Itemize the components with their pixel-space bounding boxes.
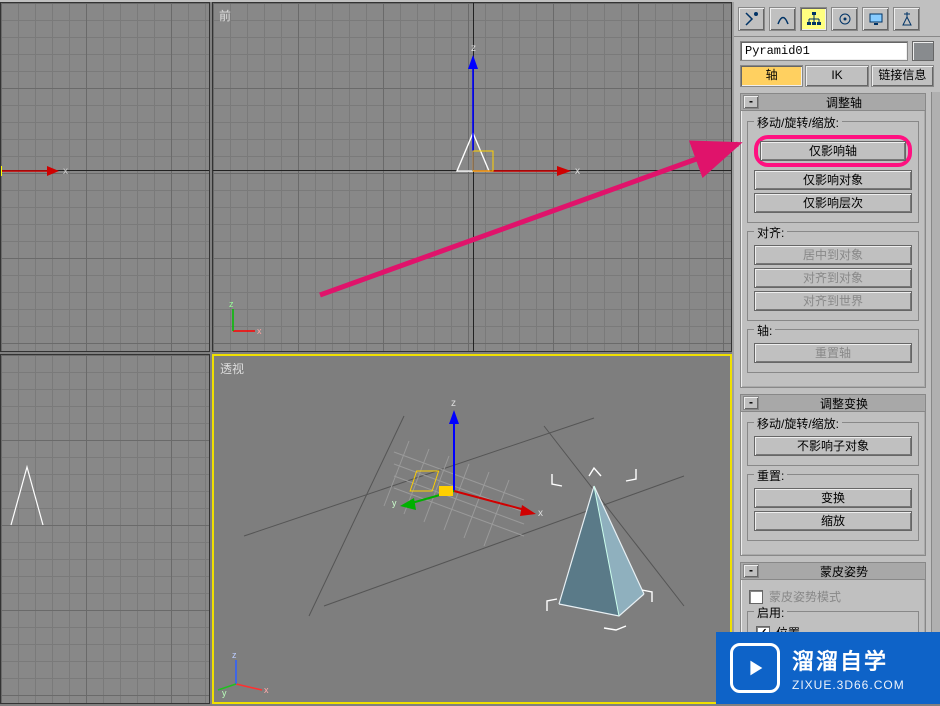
viewport-front[interactable]: 前 z x x: [212, 2, 732, 352]
tab-display-icon[interactable]: [862, 7, 889, 31]
rollup-collapse-icon[interactable]: -: [743, 95, 759, 109]
viewport-top[interactable]: x: [0, 2, 210, 352]
checkbox-icon: [749, 590, 763, 604]
tab-modify-icon[interactable]: [769, 7, 796, 31]
affect-object-only-button[interactable]: 仅影响对象: [754, 170, 912, 190]
center-to-object-button[interactable]: 居中到对象: [754, 245, 912, 265]
group-label: 重置:: [754, 467, 787, 484]
perspective-content: z x y: [214, 356, 732, 704]
viewport-quad: x 前 z x: [0, 2, 732, 704]
reset-axis-button[interactable]: 重置轴: [754, 343, 912, 363]
command-panel: Pyramid01 轴 IK 链接信息 - 调整轴 移动/旋转/缩放: 仅影响轴: [732, 2, 940, 704]
rollup-adjust-pivot: - 调整轴 移动/旋转/缩放: 仅影响轴 仅影响对象 仅影响层次 对齐: 居中: [740, 93, 926, 388]
rollup-header[interactable]: - 蒙皮姿势: [741, 563, 925, 580]
object-name-field[interactable]: Pyramid01: [740, 41, 908, 61]
tab-hierarchy-icon[interactable]: [800, 7, 827, 31]
viewport-label: 前: [219, 7, 231, 24]
dont-affect-children-button[interactable]: 不影响子对象: [754, 436, 912, 456]
category-ik-button[interactable]: IK: [805, 65, 868, 87]
svg-text:x: x: [63, 166, 68, 177]
annotation-highlight: 仅影响轴: [754, 135, 912, 167]
affect-pivot-only-button[interactable]: 仅影响轴: [760, 141, 906, 161]
pyramid-mesh: [547, 468, 652, 630]
svg-text:x: x: [575, 166, 580, 177]
reset-scale-button[interactable]: 缩放: [754, 511, 912, 531]
tab-motion-icon[interactable]: [831, 7, 858, 31]
play-icon: [730, 643, 780, 693]
svg-text:x: x: [257, 326, 262, 336]
svg-text:y: y: [392, 498, 397, 508]
front-content: z x: [213, 3, 732, 352]
svg-text:z: z: [451, 398, 456, 409]
category-pivot-button[interactable]: 轴: [740, 65, 803, 87]
group-label: 对齐:: [754, 224, 787, 241]
rollup-collapse-icon[interactable]: -: [743, 396, 759, 410]
category-linkinfo-button[interactable]: 链接信息: [871, 65, 934, 87]
svg-text:z: z: [229, 299, 234, 309]
viewport-axis-tripod: x z: [223, 301, 263, 341]
watermark-badge: 溜溜自学 ZIXUE.3D66.COM: [716, 632, 940, 704]
gizmo-x-arrow: x: [1, 3, 210, 352]
affect-hierarchy-only-button[interactable]: 仅影响层次: [754, 193, 912, 213]
viewport-label: 透视: [220, 360, 244, 377]
panel-scrollbar[interactable]: [931, 92, 940, 704]
rollup-header[interactable]: - 调整轴: [741, 94, 925, 111]
watermark-url: ZIXUE.3D66.COM: [792, 678, 905, 692]
reset-transform-button[interactable]: 变换: [754, 488, 912, 508]
rollup-adjust-transform: - 调整变换 移动/旋转/缩放: 不影响子对象 重置: 变换 缩放: [740, 394, 926, 556]
group-label: 移动/旋转/缩放:: [754, 114, 842, 131]
svg-text:x: x: [264, 685, 269, 695]
object-color-swatch[interactable]: [912, 41, 934, 61]
svg-text:z: z: [471, 43, 476, 54]
tab-create-icon[interactable]: [738, 7, 765, 31]
viewport-axis-tripod: x z y: [224, 652, 264, 692]
group-label: 移动/旋转/缩放:: [754, 415, 842, 432]
group-label: 启用:: [754, 604, 787, 621]
align-to-world-button[interactable]: 对齐到世界: [754, 291, 912, 311]
tab-utilities-icon[interactable]: [893, 7, 920, 31]
group-label: 轴:: [754, 322, 775, 339]
watermark-title: 溜溜自学: [792, 644, 905, 676]
align-to-object-button[interactable]: 对齐到对象: [754, 268, 912, 288]
rollup-header[interactable]: - 调整变换: [741, 395, 925, 412]
svg-text:x: x: [538, 508, 543, 519]
viewport-perspective[interactable]: 透视: [212, 354, 732, 704]
rollup-collapse-icon[interactable]: -: [743, 564, 759, 578]
command-panel-tabs: [734, 2, 940, 37]
viewport-left[interactable]: [0, 354, 210, 704]
svg-text:z: z: [232, 650, 237, 660]
svg-text:y: y: [222, 688, 227, 698]
